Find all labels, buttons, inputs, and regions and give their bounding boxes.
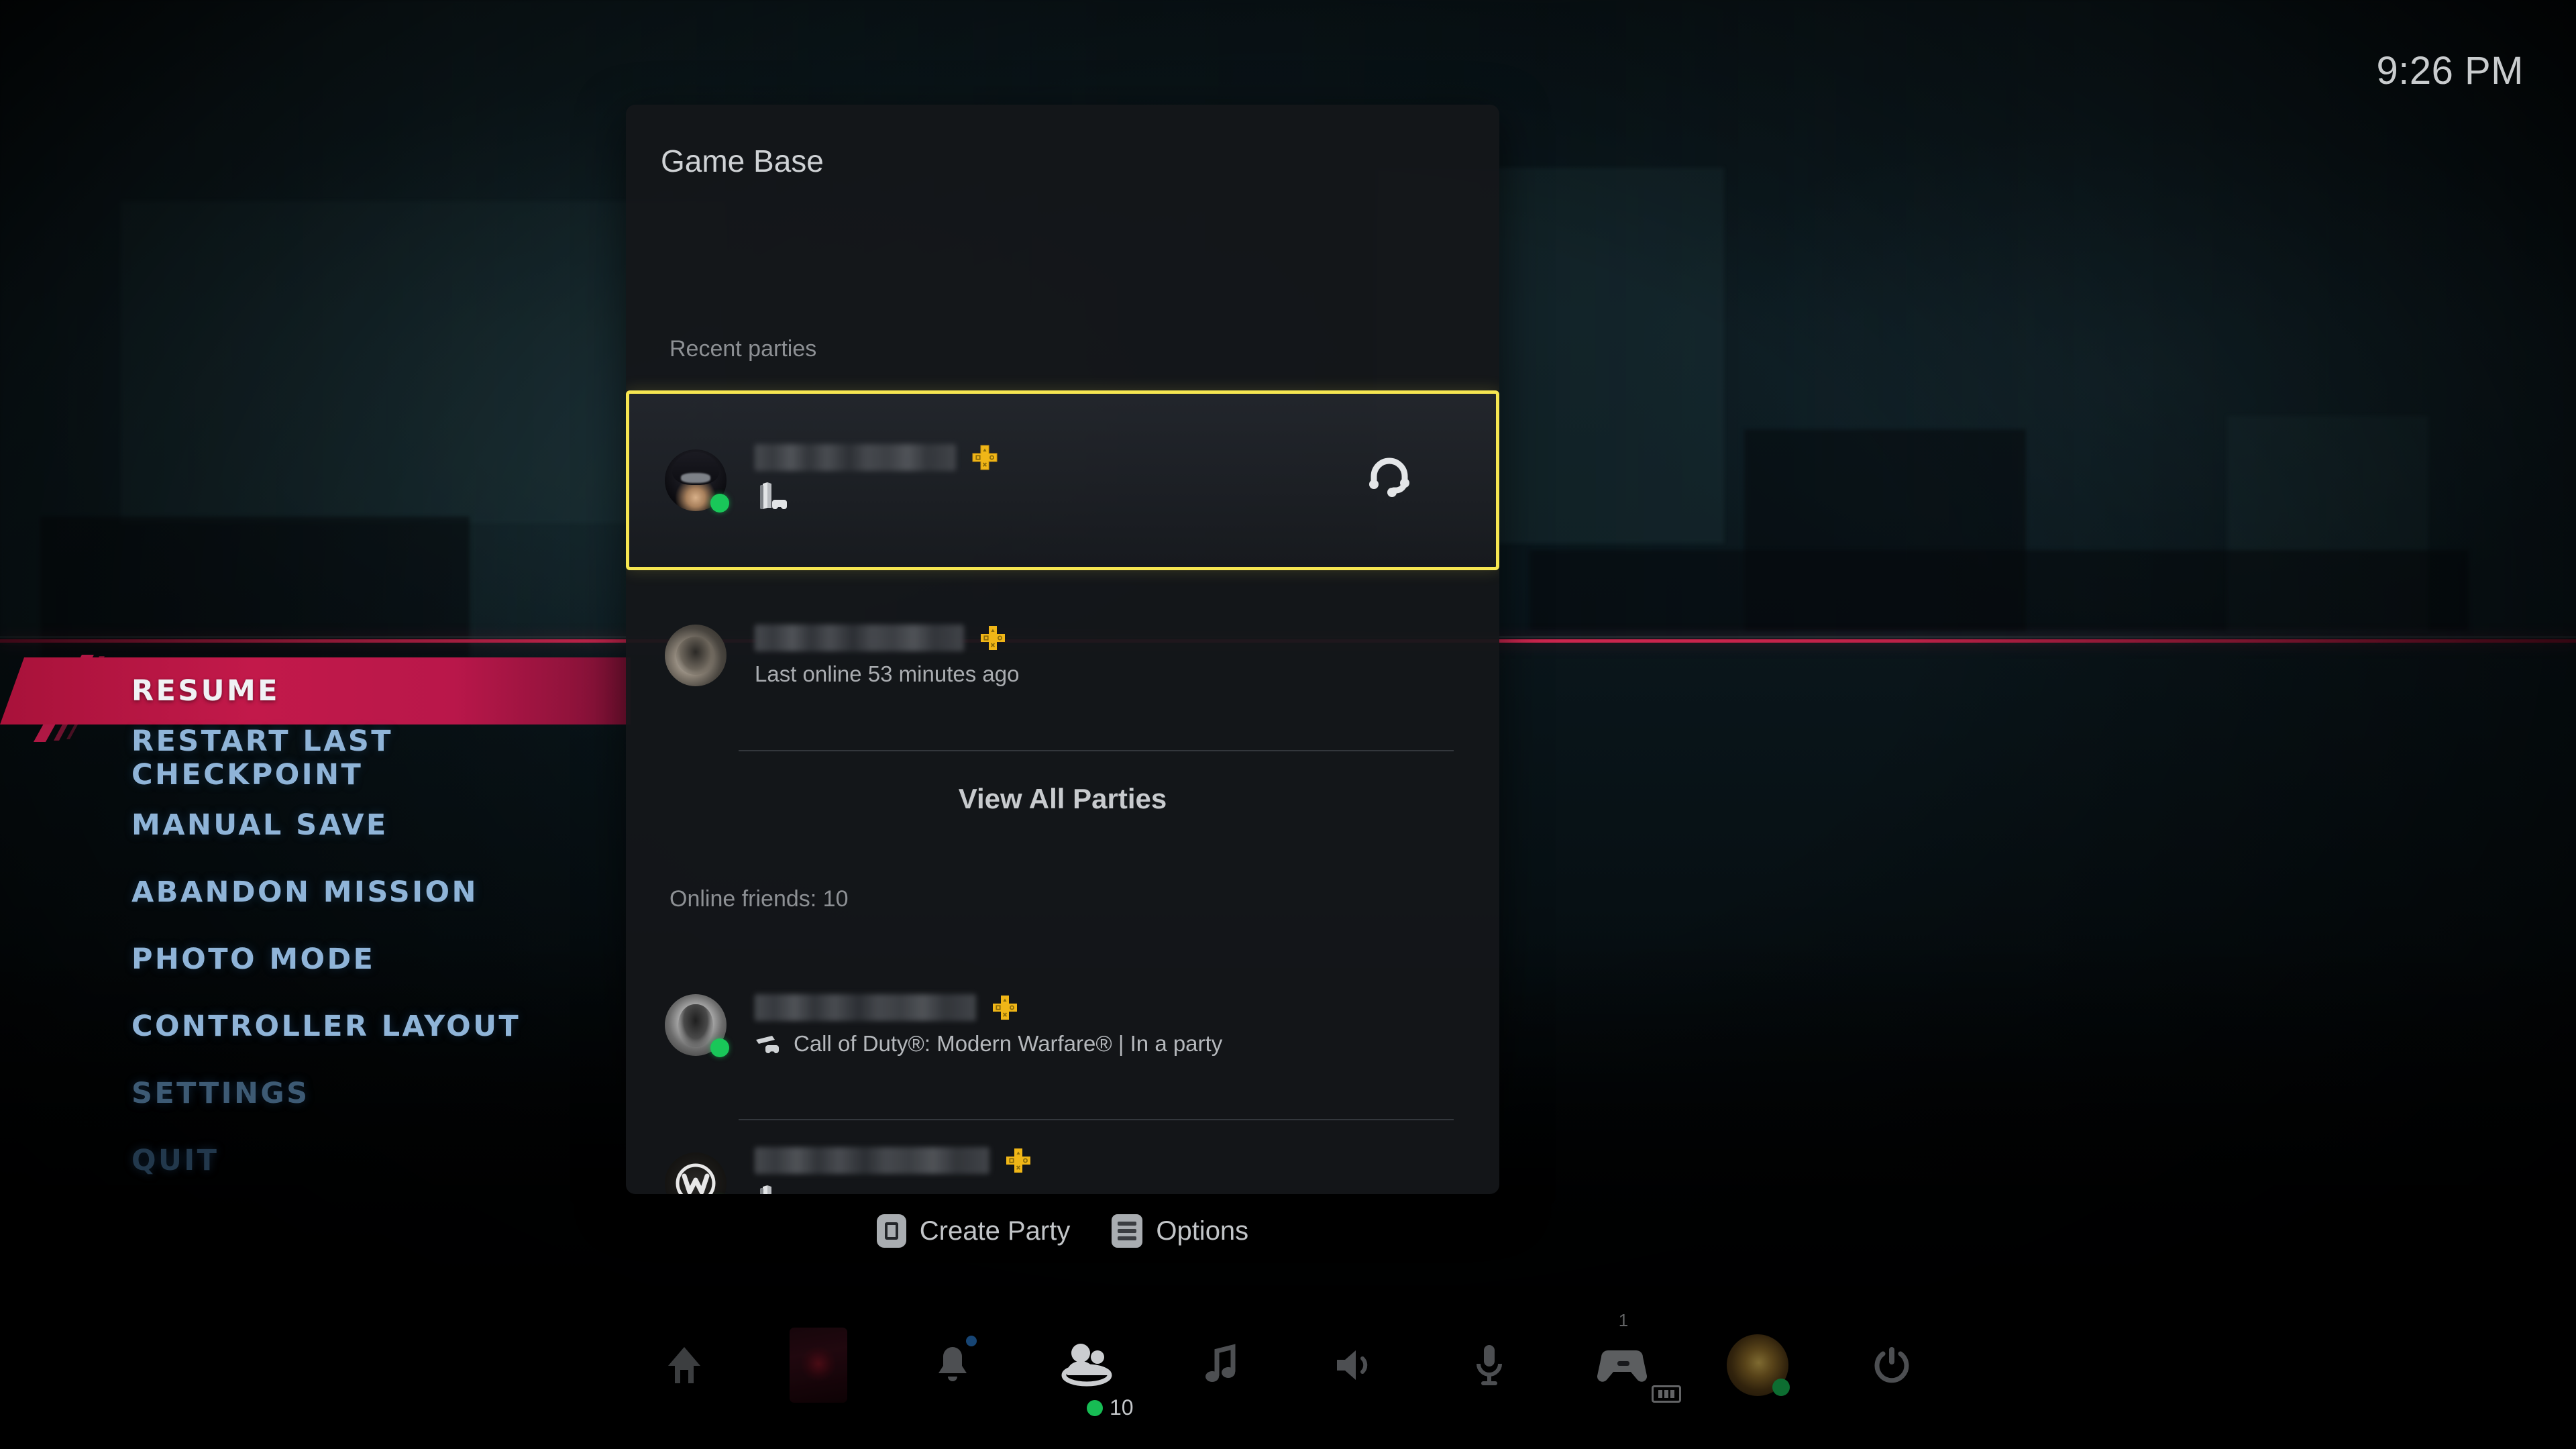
friend-info	[755, 1146, 1499, 1194]
ps-plus-icon	[981, 626, 1005, 650]
status-text: Last online 53 minutes ago	[755, 661, 1020, 686]
row-separator	[739, 750, 1454, 751]
recent-party-row[interactable]: Last online 53 minutes ago	[626, 585, 1499, 726]
menu-item-label: SETTINGS	[131, 1077, 310, 1110]
menu-item-controller-layout[interactable]: CONTROLLER LAYOUT	[0, 993, 631, 1060]
activity-text: Call of Duty®: Modern Warfare® | In a pa…	[794, 1031, 1223, 1056]
username-redacted	[755, 625, 964, 651]
headset-icon[interactable]	[1364, 455, 1414, 506]
party-member-info: Last online 53 minutes ago	[755, 624, 1499, 687]
controller-icon	[1597, 1350, 1648, 1382]
controller-number: 1	[1618, 1310, 1629, 1330]
music-note-icon	[1205, 1344, 1236, 1382]
name-line	[755, 624, 1499, 652]
menu-item-label: RESUME	[131, 674, 280, 708]
friend-activity: Call of Duty®: Modern Warfare® | In a pa…	[755, 1031, 1499, 1057]
username-redacted	[755, 1147, 989, 1174]
name-line	[755, 994, 1499, 1022]
ps4-console-icon	[756, 1036, 779, 1053]
view-all-parties-button[interactable]: View All Parties	[626, 759, 1499, 839]
square-button-icon	[876, 1214, 906, 1248]
avatar	[665, 994, 729, 1057]
menu-item-label: QUIT	[131, 1144, 219, 1177]
create-party-label: Create Party	[919, 1216, 1071, 1246]
online-status-dot	[710, 494, 729, 513]
home-icon	[668, 1347, 700, 1383]
friend-info: Call of Duty®: Modern Warfare® | In a pa…	[755, 994, 1499, 1057]
ps-plus-icon	[972, 445, 998, 470]
modern-warfare-logo-icon	[676, 1163, 716, 1194]
avatar	[665, 449, 729, 513]
taskbar-game-card[interactable]	[784, 1328, 853, 1403]
modern-warfare-avatar	[665, 1152, 727, 1194]
profile-avatar-icon	[1727, 1334, 1790, 1396]
bg-railing	[1529, 550, 2469, 631]
game-base-online-badge: 10	[1087, 1395, 1134, 1420]
menu-item-manual-save[interactable]: MANUAL SAVE	[0, 792, 631, 859]
menu-item-label: MANUAL SAVE	[131, 808, 388, 842]
ps-plus-icon	[993, 996, 1017, 1020]
menu-item-resume[interactable]: RESUME	[0, 657, 631, 724]
taskbar-game-base-button[interactable]: 10	[1052, 1330, 1134, 1419]
taskbar-notifications-button[interactable]	[918, 1330, 987, 1400]
online-indicator-dot	[1087, 1399, 1103, 1416]
game-card-icon	[790, 1328, 847, 1403]
panel-title: Game Base	[661, 144, 824, 178]
menu-item-label: ABANDON MISSION	[131, 875, 478, 909]
menu-item-label: RESTART LAST CHECKPOINT	[131, 724, 393, 792]
menu-item-label: PHOTO MODE	[131, 943, 376, 976]
online-status-dot	[710, 1038, 729, 1057]
notifications-bell-icon	[938, 1347, 967, 1381]
taskbar-controller-button[interactable]: 1	[1589, 1310, 1681, 1403]
menu-item-quit[interactable]: QUIT	[0, 1127, 631, 1194]
online-friend-row[interactable]	[626, 1116, 1499, 1194]
menu-item-restart-last-checkpoint[interactable]: RESTART LAST CHECKPOINT	[0, 724, 631, 792]
ps5-control-center-taskbar: 10 1	[0, 1281, 2576, 1449]
ps5-game-base-screen: 9:26 PM RESUME RESTART LAST CHECKPOINT M…	[0, 0, 2576, 1449]
taskbar-profile-button[interactable]	[1723, 1330, 1792, 1400]
menu-item-settings[interactable]: SETTINGS	[0, 1060, 631, 1127]
name-line	[755, 1146, 1499, 1175]
system-clock: 9:26 PM	[2376, 49, 2524, 93]
username-redacted	[755, 994, 976, 1021]
ps-plus-icon	[1006, 1148, 1030, 1173]
recent-parties-heading: Recent parties	[669, 336, 817, 362]
game-base-icon	[1061, 1344, 1112, 1387]
avatar	[665, 625, 727, 686]
microphone-icon	[1477, 1345, 1502, 1385]
taskbar-home-button[interactable]	[649, 1330, 719, 1400]
taskbar-microphone-button[interactable]	[1454, 1330, 1524, 1400]
profile-online-dot	[1772, 1379, 1790, 1396]
options-label: Options	[1156, 1216, 1249, 1246]
ps5-console-icon	[760, 482, 787, 509]
online-friends-heading: Online friends: 10	[669, 886, 849, 912]
party-member-status: Last online 53 minutes ago	[755, 661, 1499, 687]
username-redacted	[755, 444, 956, 471]
options-button-icon	[1112, 1214, 1143, 1248]
ps5-console-icon	[760, 1185, 771, 1194]
online-friends-count: 10	[1110, 1395, 1134, 1419]
avatar	[665, 1152, 727, 1194]
panel-action-bar: Create Party Options	[626, 1214, 1499, 1248]
taskbar-music-button[interactable]	[1186, 1330, 1256, 1400]
volume-icon	[1337, 1350, 1368, 1380]
taskbar-volume-button[interactable]	[1320, 1330, 1390, 1400]
recent-party-row-selected[interactable]	[626, 390, 1499, 570]
menu-item-label: CONTROLLER LAYOUT	[131, 1010, 521, 1043]
menu-item-abandon-mission[interactable]: ABANDON MISSION	[0, 859, 631, 926]
options-button[interactable]: Options	[1112, 1214, 1248, 1248]
notification-badge-dot	[966, 1336, 977, 1346]
create-party-button[interactable]: Create Party	[876, 1214, 1071, 1248]
online-friend-row[interactable]: Call of Duty®: Modern Warfare® | In a pa…	[626, 958, 1499, 1092]
game-base-panel: Game Base Recent parties Last online 53 …	[626, 105, 1499, 1194]
game-pause-menu: RESUME RESTART LAST CHECKPOINT MANUAL SA…	[0, 655, 631, 1194]
dog-avatar	[665, 625, 727, 686]
menu-item-photo-mode[interactable]: PHOTO MODE	[0, 926, 631, 993]
controller-battery-icon	[1652, 1385, 1681, 1403]
friend-activity	[755, 1184, 1499, 1194]
taskbar-power-button[interactable]	[1857, 1330, 1927, 1400]
power-icon	[1874, 1347, 1909, 1383]
